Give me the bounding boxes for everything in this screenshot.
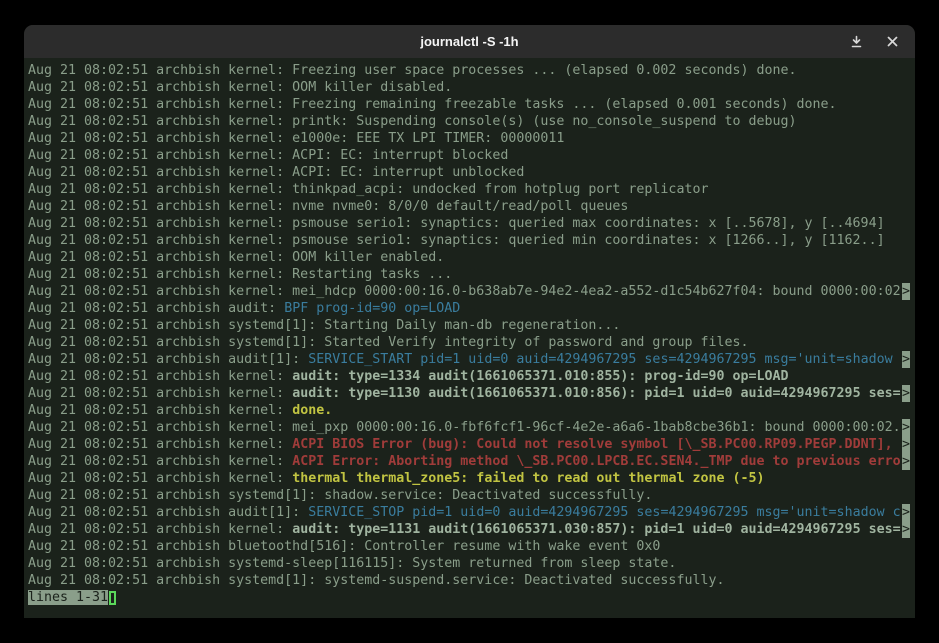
log-segment: Aug 21 08:02:51 archbish kernel: e1000e:…: [28, 131, 564, 146]
log-segment: Aug 21 08:02:51 archbish bluetoothd[516]…: [28, 539, 660, 554]
log-line: Aug 21 08:02:51 archbish kernel: ACPI Er…: [28, 453, 910, 470]
log-segment: Aug 21 08:02:51 archbish kernel:: [28, 403, 292, 418]
log-line: Aug 21 08:02:51 archbish kernel: OOM kil…: [28, 249, 910, 266]
log-line: Aug 21 08:02:51 archbish kernel: nvme nv…: [28, 198, 910, 215]
log-segment: SERVICE_START pid=1 uid=0 auid=429496729…: [308, 352, 900, 367]
log-segment: Aug 21 08:02:51 archbish kernel: OOM kil…: [28, 80, 452, 95]
pager-status-line: lines 1-31: [28, 589, 910, 606]
log-line: Aug 21 08:02:51 archbish kernel: audit: …: [28, 521, 910, 538]
log-segment: Aug 21 08:02:51 archbish kernel: ACPI: E…: [28, 165, 524, 180]
truncation-marker: >: [902, 283, 910, 300]
log-line: Aug 21 08:02:51 archbish kernel: OOM kil…: [28, 79, 910, 96]
log-segment: Aug 21 08:02:51 archbish kernel: nvme nv…: [28, 199, 628, 214]
log-segment: audit: type=1131 audit(1661065371.030:85…: [292, 522, 900, 537]
close-button[interactable]: [881, 31, 903, 53]
log-line: Aug 21 08:02:51 archbish kernel: psmouse…: [28, 215, 910, 232]
truncation-marker: >: [902, 504, 910, 521]
download-icon: [850, 35, 863, 48]
log-line: Aug 21 08:02:51 archbish systemd[1]: sha…: [28, 487, 910, 504]
log-line: Aug 21 08:02:51 archbish kernel: psmouse…: [28, 232, 910, 249]
log-segment: Aug 21 08:02:51 archbish systemd[1]: sys…: [28, 573, 724, 588]
log-line: Aug 21 08:02:51 archbish kernel: done.: [28, 402, 910, 419]
log-segment: Aug 21 08:02:51 archbish systemd[1]: Sta…: [28, 335, 749, 350]
terminal-cursor: [109, 591, 116, 605]
log-line: Aug 21 08:02:51 archbish bluetoothd[516]…: [28, 538, 910, 555]
log-segment: Aug 21 08:02:51 archbish systemd-sleep[1…: [28, 556, 676, 571]
log-segment: Aug 21 08:02:51 archbish kernel: psmouse…: [28, 216, 885, 231]
log-segment: thermal thermal_zone5: failed to read ou…: [292, 471, 764, 486]
log-segment: Aug 21 08:02:51 archbish kernel: Freezin…: [28, 97, 837, 112]
log-segment: Aug 21 08:02:51 archbish audit:: [28, 301, 284, 316]
log-line: Aug 21 08:02:51 archbish systemd[1]: Sta…: [28, 317, 910, 334]
download-button[interactable]: [845, 31, 867, 53]
log-line: Aug 21 08:02:51 archbish systemd[1]: sys…: [28, 572, 910, 589]
log-segment: Aug 21 08:02:51 archbish kernel: ACPI: E…: [28, 148, 508, 163]
log-segment: Aug 21 08:02:51 archbish kernel: printk:…: [28, 114, 797, 129]
log-line: Aug 21 08:02:51 archbish kernel: ACPI BI…: [28, 436, 910, 453]
log-segment: audit: type=1130 audit(1661065371.010:85…: [292, 386, 900, 401]
log-line: Aug 21 08:02:51 archbish kernel: thinkpa…: [28, 181, 910, 198]
truncation-marker: >: [902, 351, 910, 368]
log-segment: Aug 21 08:02:51 archbish kernel:: [28, 386, 292, 401]
log-segment: audit: type=1334 audit(1661065371.010:85…: [292, 369, 788, 384]
log-segment: Aug 21 08:02:51 archbish kernel: OOM kil…: [28, 250, 444, 265]
log-segment: Aug 21 08:02:51 archbish audit[1]:: [28, 505, 308, 520]
titlebar-controls: [845, 25, 903, 58]
log-line: Aug 21 08:02:51 archbish kernel: mei_hdc…: [28, 283, 910, 300]
terminal-window: journalctl -S -1h Aug 21 08:02:5: [24, 25, 915, 618]
log-segment: Aug 21 08:02:51 archbish systemd[1]: sha…: [28, 488, 652, 503]
log-line: Aug 21 08:02:51 archbish kernel: thermal…: [28, 470, 910, 487]
log-line: Aug 21 08:02:51 archbish audit: BPF prog…: [28, 300, 910, 317]
log-segment: Aug 21 08:02:51 archbish kernel: mei_hdc…: [28, 284, 901, 299]
window-title: journalctl -S -1h: [420, 34, 518, 49]
log-segment: Aug 21 08:02:51 archbish kernel: Restart…: [28, 267, 452, 282]
log-line: Aug 21 08:02:51 archbish systemd[1]: Sta…: [28, 334, 910, 351]
truncation-marker: >: [902, 385, 910, 402]
log-line: Aug 21 08:02:51 archbish audit[1]: SERVI…: [28, 351, 910, 368]
log-segment: done.: [292, 403, 332, 418]
log-segment: Aug 21 08:02:51 archbish kernel: thinkpa…: [28, 182, 708, 197]
log-segment: Aug 21 08:02:51 archbish kernel: mei_pxp…: [28, 420, 901, 435]
log-segment: Aug 21 08:02:51 archbish kernel:: [28, 369, 292, 384]
log-line: Aug 21 08:02:51 archbish systemd-sleep[1…: [28, 555, 910, 572]
log-line: Aug 21 08:02:51 archbish kernel: Freezin…: [28, 96, 910, 113]
log-line: Aug 21 08:02:51 archbish kernel: ACPI: E…: [28, 164, 910, 181]
truncation-marker: >: [902, 521, 910, 538]
log-line: Aug 21 08:02:51 archbish audit[1]: SERVI…: [28, 504, 910, 521]
log-segment: Aug 21 08:02:51 archbish kernel:: [28, 454, 292, 469]
log-segment: Aug 21 08:02:51 archbish kernel:: [28, 471, 292, 486]
log-segment: SERVICE_STOP pid=1 uid=0 auid=4294967295…: [308, 505, 900, 520]
log-line: Aug 21 08:02:51 archbish kernel: Restart…: [28, 266, 910, 283]
log-segment: ACPI BIOS Error (bug): Could not resolve…: [292, 437, 900, 452]
close-icon: [887, 36, 898, 47]
log-lines: Aug 21 08:02:51 archbish kernel: Freezin…: [28, 62, 910, 589]
log-segment: BPF prog-id=90 op=LOAD: [284, 301, 460, 316]
log-line: Aug 21 08:02:51 archbish kernel: mei_pxp…: [28, 419, 910, 436]
log-segment: Aug 21 08:02:51 archbish kernel: psmouse…: [28, 233, 885, 248]
truncation-marker: >: [902, 419, 910, 436]
log-segment: Aug 21 08:02:51 archbish audit[1]:: [28, 352, 308, 367]
log-line: Aug 21 08:02:51 archbish kernel: audit: …: [28, 368, 910, 385]
log-line: Aug 21 08:02:51 archbish kernel: Freezin…: [28, 62, 910, 79]
log-line: Aug 21 08:02:51 archbish kernel: audit: …: [28, 385, 910, 402]
log-line: Aug 21 08:02:51 archbish kernel: printk:…: [28, 113, 910, 130]
log-segment: ACPI Error: Aborting method \_SB.PC00.LP…: [292, 454, 900, 469]
log-segment: Aug 21 08:02:51 archbish kernel:: [28, 522, 292, 537]
truncation-marker: >: [902, 436, 910, 453]
log-line: Aug 21 08:02:51 archbish kernel: e1000e:…: [28, 130, 910, 147]
log-segment: Aug 21 08:02:51 archbish kernel: Freezin…: [28, 63, 797, 78]
titlebar[interactable]: journalctl -S -1h: [24, 25, 915, 58]
truncation-marker: >: [902, 453, 910, 470]
log-segment: Aug 21 08:02:51 archbish kernel:: [28, 437, 292, 452]
log-line: Aug 21 08:02:51 archbish kernel: ACPI: E…: [28, 147, 910, 164]
terminal-content[interactable]: Aug 21 08:02:51 archbish kernel: Freezin…: [24, 58, 915, 618]
pager-status-text: lines 1-31: [28, 590, 108, 605]
log-segment: Aug 21 08:02:51 archbish systemd[1]: Sta…: [28, 318, 620, 333]
